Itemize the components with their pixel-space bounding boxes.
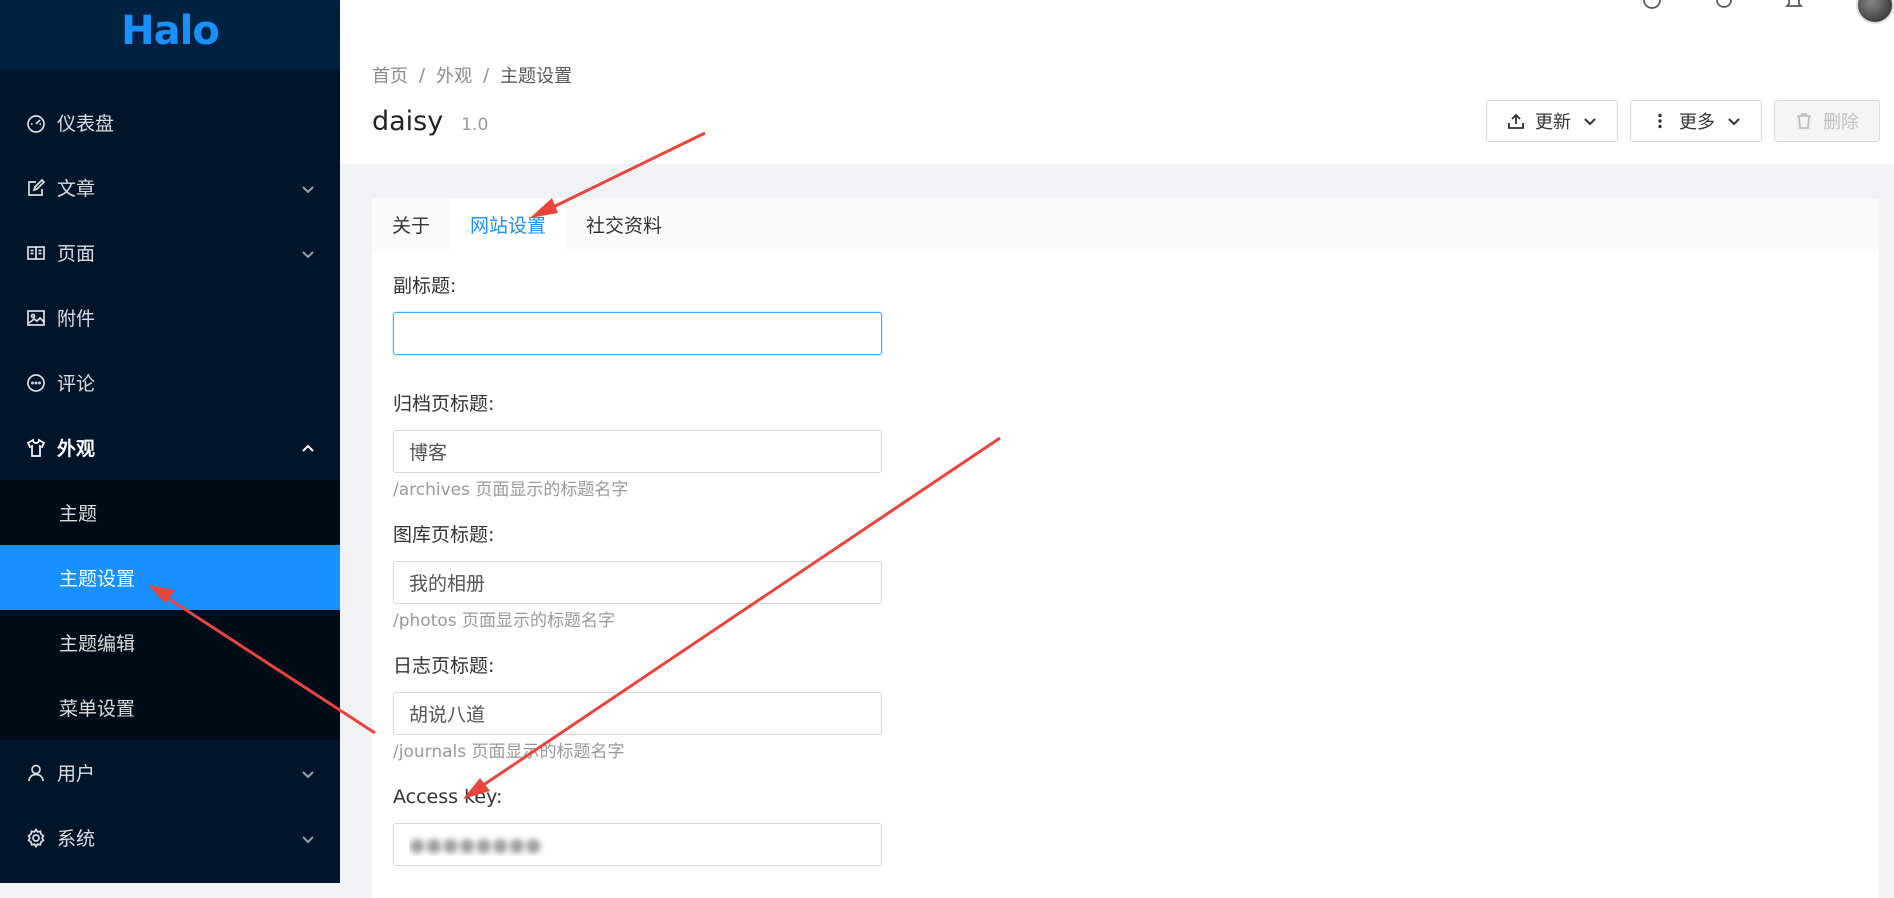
update-button[interactable]: 更新 — [1486, 100, 1618, 142]
sidebar-item-pages[interactable]: 页面 — [0, 220, 340, 285]
help-icon[interactable] — [1642, 0, 1662, 10]
tab-about[interactable]: 关于 — [372, 198, 450, 251]
upload-icon — [1507, 112, 1525, 130]
delete-button[interactable]: 删除 — [1774, 100, 1880, 142]
breadcrumb-separator: / — [419, 64, 426, 86]
chevron-down-icon — [300, 830, 316, 846]
settings-form: 副标题: 归档页标题: /archives 页面显示的标题名字 图库页标题: /… — [372, 251, 1879, 866]
sidebar-item-label: 评论 — [57, 373, 96, 395]
avatar[interactable] — [1856, 0, 1894, 24]
skin-icon — [25, 437, 47, 459]
chevron-down-icon — [1583, 114, 1597, 128]
top-header — [340, 0, 1894, 40]
page-actions: 更新 更多 删除 — [1474, 100, 1880, 142]
sidebar-item-attachments[interactable]: 附件 — [0, 285, 340, 350]
journals-title-input[interactable] — [393, 692, 882, 735]
chevron-down-icon — [1727, 114, 1741, 128]
chevron-down-icon — [300, 245, 316, 261]
more-button-label: 更多 — [1679, 112, 1715, 133]
sidebar-item-label: 页面 — [57, 243, 96, 265]
field-archives-title: 归档页标题: /archives 页面显示的标题名字 — [393, 391, 1858, 502]
field-journals-title: 日志页标题: /journals 页面显示的标题名字 — [393, 653, 1858, 764]
field-photos-title: 图库页标题: /photos 页面显示的标题名字 — [393, 522, 1858, 633]
gear-icon[interactable] — [1714, 0, 1734, 10]
archives-title-input[interactable] — [393, 430, 882, 473]
sidebar-item-label: 文章 — [57, 178, 96, 200]
sidebar: Halo 仪表盘 文章 页面 附件 评论 外观 主题 主题设置 主题编辑 菜单设… — [0, 0, 340, 883]
archives-title-label: 归档页标题: — [393, 393, 495, 415]
edit-icon — [25, 177, 47, 199]
theme-settings-card: 关于 网站设置 社交资料 副标题: 归档页标题: /archives 页面显示的… — [372, 198, 1879, 898]
sidebar-subitem-theme-settings[interactable]: 主题设置 — [0, 545, 340, 610]
tab-site-settings[interactable]: 网站设置 — [450, 198, 567, 251]
more-vertical-icon — [1651, 112, 1669, 130]
breadcrumb-home[interactable]: 首页 — [372, 62, 408, 88]
menu-toggle-icon[interactable] — [372, 0, 398, 8]
access-key-label: Access key: — [393, 786, 503, 808]
sidebar-item-label: 用户 — [57, 763, 96, 785]
sidebar-item-comments[interactable]: 评论 — [0, 350, 340, 415]
archives-title-help: /archives 页面显示的标题名字 — [393, 480, 629, 500]
sidebar-item-dashboard[interactable]: 仪表盘 — [0, 90, 340, 155]
subtitle-label: 副标题: — [393, 275, 457, 297]
breadcrumb-separator: / — [483, 64, 490, 86]
breadcrumb: 首页 / 外观 / 主题设置 — [372, 62, 572, 88]
sidebar-item-label: 附件 — [57, 308, 96, 330]
photos-title-label: 图库页标题: — [393, 524, 495, 546]
sidebar-item-users[interactable]: 用户 — [0, 740, 340, 805]
field-access-key: Access key: — [393, 784, 1858, 866]
sidebar-item-appearance[interactable]: 外观 — [0, 415, 340, 480]
journals-title-help: /journals 页面显示的标题名字 — [393, 742, 625, 762]
halo-logo[interactable]: Halo — [121, 8, 220, 54]
subtitle-input[interactable] — [393, 312, 882, 355]
theme-version: 1.0 — [461, 115, 489, 135]
chevron-down-icon — [300, 180, 316, 196]
photos-title-help: /photos 页面显示的标题名字 — [393, 611, 616, 631]
bell-icon[interactable] — [1784, 0, 1804, 10]
sidebar-menu: 仪表盘 文章 页面 附件 评论 外观 主题 主题设置 主题编辑 菜单设置 用户 … — [0, 90, 340, 870]
breadcrumb-appearance[interactable]: 外观 — [436, 62, 472, 88]
sidebar-subitem-menu-settings[interactable]: 菜单设置 — [0, 675, 340, 740]
trash-icon — [1795, 112, 1813, 130]
sidebar-item-label: 系统 — [57, 828, 96, 850]
page-header: 首页 / 外观 / 主题设置 daisy 1.0 更新 更多 删除 — [340, 40, 1894, 164]
book-icon — [25, 242, 47, 264]
page-title: daisy — [372, 106, 444, 137]
update-button-label: 更新 — [1535, 112, 1571, 133]
breadcrumb-current: 主题设置 — [500, 66, 573, 87]
tab-social-profile[interactable]: 社交资料 — [566, 198, 682, 251]
journals-title-label: 日志页标题: — [393, 655, 495, 677]
sidebar-item-posts[interactable]: 文章 — [0, 155, 340, 220]
user-icon — [25, 762, 47, 784]
field-subtitle: 副标题: — [393, 273, 1858, 355]
photos-title-input[interactable] — [393, 561, 882, 604]
picture-icon — [25, 307, 47, 329]
sidebar-item-system[interactable]: 系统 — [0, 805, 340, 870]
more-button[interactable]: 更多 — [1630, 100, 1762, 142]
sidebar-item-label: 外观 — [57, 438, 96, 460]
message-icon — [25, 372, 47, 394]
sidebar-subitem-themes[interactable]: 主题 — [0, 480, 340, 545]
settings-tabs: 关于 网站设置 社交资料 — [372, 198, 1879, 251]
delete-button-label: 删除 — [1823, 112, 1859, 133]
logo-bar: Halo — [0, 0, 340, 70]
sidebar-item-label: 仪表盘 — [57, 113, 115, 135]
title-row: daisy 1.0 — [372, 106, 488, 137]
sidebar-subitem-theme-editor[interactable]: 主题编辑 — [0, 610, 340, 675]
appearance-submenu: 主题 主题设置 主题编辑 菜单设置 — [0, 480, 340, 740]
chevron-up-icon — [300, 440, 316, 456]
setting-icon — [25, 827, 47, 849]
dashboard-icon — [25, 112, 47, 134]
access-key-input[interactable] — [393, 823, 882, 866]
chevron-down-icon — [300, 765, 316, 781]
